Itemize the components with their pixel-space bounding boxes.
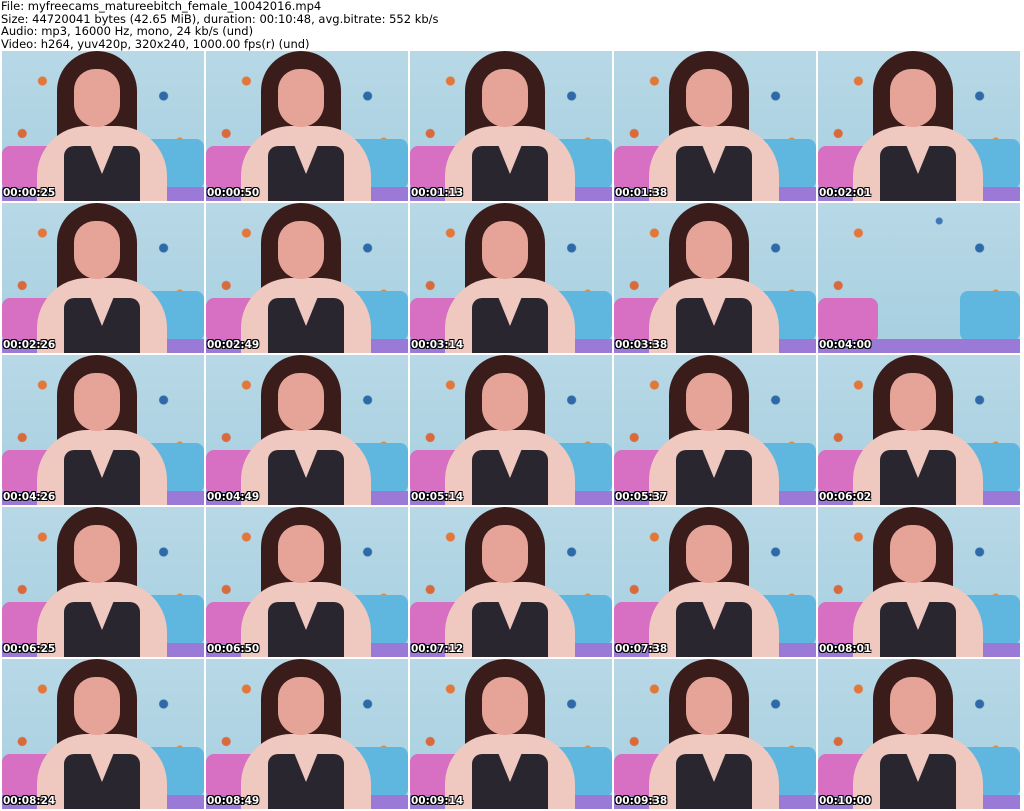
video-thumbnail: 00:04:26 xyxy=(2,355,204,505)
timestamp: 00:10:00 xyxy=(819,795,872,807)
figure-face xyxy=(482,373,528,431)
figure-face xyxy=(686,525,732,583)
video-thumbnail: 00:08:01 xyxy=(818,507,1020,657)
figure-face xyxy=(686,373,732,431)
audio-info: Audio: mp3, 16000 Hz, mono, 24 kb/s (und… xyxy=(1,24,254,38)
figure-face xyxy=(890,373,936,431)
figure-face xyxy=(890,525,936,583)
figure-face xyxy=(74,373,120,431)
timestamp: 00:08:24 xyxy=(3,795,56,807)
video-thumbnail: 00:05:37 xyxy=(614,355,816,505)
timestamp: 00:00:50 xyxy=(207,187,260,199)
video-thumbnail: 00:07:38 xyxy=(614,507,816,657)
timestamp: 00:04:00 xyxy=(819,339,872,351)
timestamp: 00:08:01 xyxy=(819,643,872,655)
file-info-header: File: myfreecams_matureebitch_female_100… xyxy=(1,0,439,50)
timestamp: 00:05:37 xyxy=(615,491,668,503)
video-thumbnail: 00:08:24 xyxy=(2,659,204,809)
figure-face xyxy=(74,677,120,735)
video-thumbnail: 00:01:13 xyxy=(410,51,612,201)
figure-face xyxy=(278,221,324,279)
figure-face xyxy=(74,221,120,279)
timestamp: 00:01:13 xyxy=(411,187,464,199)
pillow xyxy=(960,291,1020,341)
file-name: File: myfreecams_matureebitch_female_100… xyxy=(1,0,322,13)
video-thumbnail: 00:03:38 xyxy=(614,203,816,353)
figure-face xyxy=(74,525,120,583)
timestamp: 00:09:14 xyxy=(411,795,464,807)
video-thumbnail: 00:05:14 xyxy=(410,355,612,505)
video-thumbnail: 00:06:02 xyxy=(818,355,1020,505)
figure-face xyxy=(686,69,732,127)
timestamp: 00:07:12 xyxy=(411,643,464,655)
video-thumbnail: 00:00:50 xyxy=(206,51,408,201)
figure-face xyxy=(278,525,324,583)
timestamp: 00:07:38 xyxy=(615,643,668,655)
timestamp: 00:02:26 xyxy=(3,339,56,351)
timestamp: 00:03:38 xyxy=(615,339,668,351)
figure-face xyxy=(890,677,936,735)
timestamp: 00:08:49 xyxy=(207,795,260,807)
pillow xyxy=(818,298,878,343)
video-thumbnail: 00:07:12 xyxy=(410,507,612,657)
figure-face xyxy=(482,221,528,279)
timestamp: 00:00:25 xyxy=(3,187,56,199)
video-thumbnail: 00:09:14 xyxy=(410,659,612,809)
figure-face xyxy=(482,525,528,583)
timestamp: 00:02:49 xyxy=(207,339,260,351)
video-thumbnail: 00:08:49 xyxy=(206,659,408,809)
timestamp: 00:01:38 xyxy=(615,187,668,199)
figure-face xyxy=(278,373,324,431)
video-thumbnail: 00:01:38 xyxy=(614,51,816,201)
figure-face xyxy=(278,677,324,735)
video-thumbnail: 00:06:25 xyxy=(2,507,204,657)
video-info: Video: h264, yuv420p, 320x240, 1000.00 f… xyxy=(1,36,310,51)
figure-face xyxy=(482,677,528,735)
figure-face xyxy=(278,69,324,127)
timestamp: 00:04:26 xyxy=(3,491,56,503)
figure-face xyxy=(890,69,936,127)
video-thumbnail: 00:03:14 xyxy=(410,203,612,353)
timestamp: 00:06:25 xyxy=(3,643,56,655)
timestamp: 00:05:14 xyxy=(411,491,464,503)
timestamp: 00:06:50 xyxy=(207,643,260,655)
thumbnail-grid: 00:00:25 00:00:50 00:01:13 00:01:38 00:02:01… xyxy=(2,51,1020,809)
timestamp: 00:04:49 xyxy=(207,491,260,503)
figure-face xyxy=(482,69,528,127)
video-thumbnail: 00:09:38 xyxy=(614,659,816,809)
video-thumbnail: 00:06:50 xyxy=(206,507,408,657)
figure-face xyxy=(686,221,732,279)
timestamp: 00:02:01 xyxy=(819,187,872,199)
video-thumbnail: 00:00:25 xyxy=(2,51,204,201)
video-thumbnail: 00:02:26 xyxy=(2,203,204,353)
timestamp: 00:09:38 xyxy=(615,795,668,807)
video-thumbnail: 00:10:00 xyxy=(818,659,1020,809)
timestamp: 00:03:14 xyxy=(411,339,464,351)
video-thumbnail: 00:04:49 xyxy=(206,355,408,505)
video-thumbnail: 00:04:00 xyxy=(818,203,1020,353)
figure-face xyxy=(686,677,732,735)
timestamp: 00:06:02 xyxy=(819,491,872,503)
figure-face xyxy=(74,69,120,127)
video-thumbnail: 00:02:01 xyxy=(818,51,1020,201)
video-thumbnail: 00:02:49 xyxy=(206,203,408,353)
